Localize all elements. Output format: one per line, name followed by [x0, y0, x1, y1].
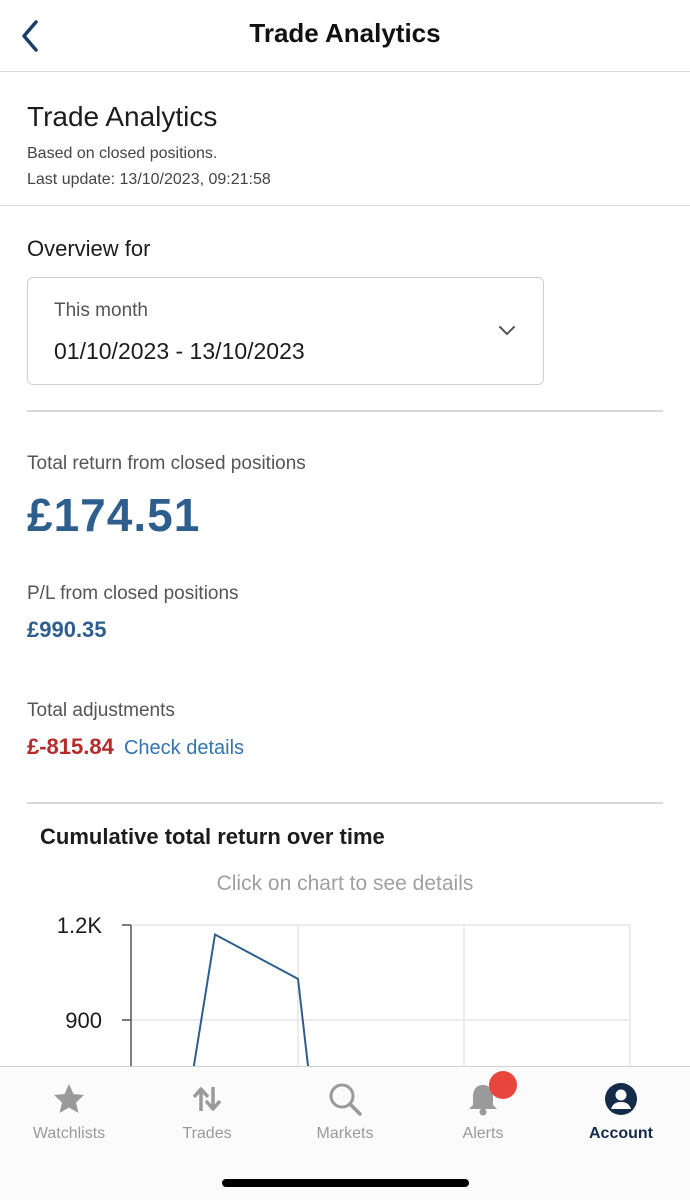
arrows-up-down-icon: [192, 1087, 222, 1111]
analytics-header: Trade Analytics Based on closed position…: [0, 73, 690, 206]
search-icon: [329, 1083, 362, 1116]
pl-label: P/L from closed positions: [27, 583, 239, 604]
chart-hint: Click on chart to see details: [216, 872, 474, 895]
tab-watchlists[interactable]: Watchlists: [0, 1067, 138, 1157]
tab-label: Account: [589, 1125, 653, 1142]
last-update-text: Last update: 13/10/2023, 09:21:58: [27, 171, 271, 188]
period-dropdown[interactable]: This month 01/10/2023 - 13/10/2023: [27, 277, 544, 385]
y-tick-label: 1.2K: [57, 913, 103, 938]
adjustments-row: £-815.84 Check details: [27, 734, 244, 760]
tab-account[interactable]: Account: [552, 1067, 690, 1157]
star-icon: [54, 1084, 84, 1113]
period-dropdown-label: This month: [54, 300, 148, 321]
subtitle-text: Based on closed positions.: [27, 145, 218, 162]
divider: [27, 410, 663, 412]
tab-label: Trades: [182, 1125, 232, 1142]
alert-badge: [489, 1071, 517, 1099]
chart-title: Cumulative total return over time: [40, 824, 385, 849]
pl-value: £990.35: [27, 617, 107, 642]
check-details-link[interactable]: Check details: [124, 737, 244, 759]
tab-label: Markets: [316, 1125, 374, 1142]
tab-markets[interactable]: Markets: [276, 1067, 414, 1157]
top-navigation-bar: Trade Analytics: [0, 0, 690, 72]
y-tick-label: 900: [65, 1008, 102, 1033]
divider: [27, 802, 663, 804]
cumulative-return-chart[interactable]: 1.2K 900: [0, 900, 690, 1066]
total-return-value: £174.51: [27, 489, 201, 541]
period-dropdown-value: 01/10/2023 - 13/10/2023: [54, 338, 305, 364]
home-indicator: [222, 1179, 469, 1187]
page-title: Trade Analytics: [27, 101, 218, 132]
account-icon: [605, 1083, 637, 1115]
tab-alerts[interactable]: Alerts: [414, 1067, 552, 1157]
total-return-label: Total return from closed positions: [27, 453, 306, 474]
tab-trades[interactable]: Trades: [138, 1067, 276, 1157]
tab-label: Watchlists: [32, 1125, 106, 1142]
overview-label: Overview for: [27, 236, 151, 261]
adjustments-value: £-815.84: [27, 734, 114, 759]
adjustments-label: Total adjustments: [27, 700, 175, 721]
chevron-down-icon: [499, 326, 515, 335]
tab-label: Alerts: [462, 1125, 504, 1142]
chart-canvas[interactable]: 1.2K 900: [0, 900, 690, 1066]
nav-title: Trade Analytics: [249, 18, 441, 48]
